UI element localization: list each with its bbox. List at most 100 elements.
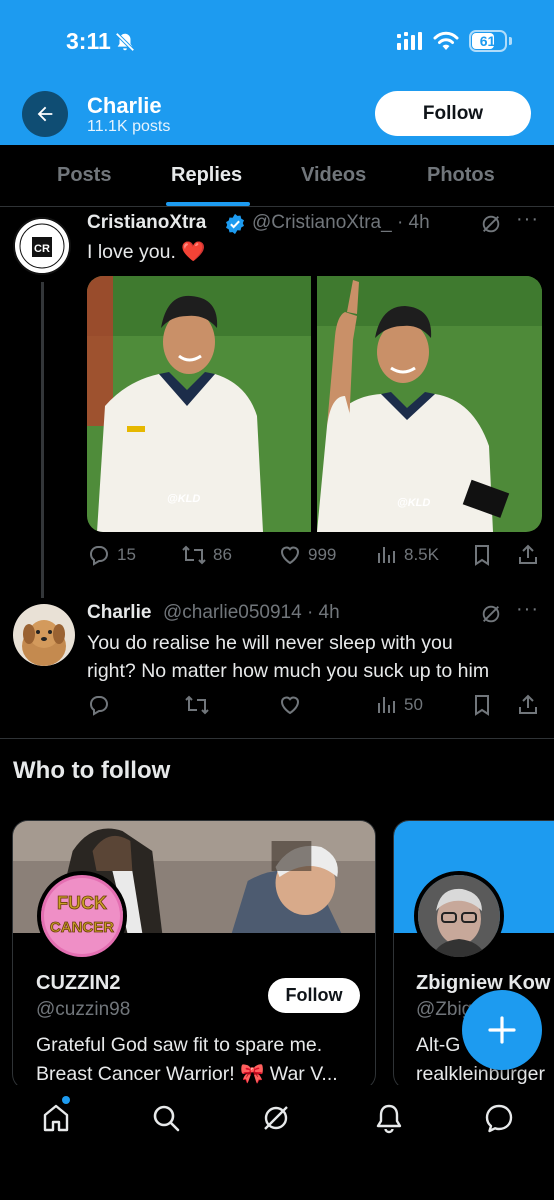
tweet-author-name[interactable]: Charlie: [87, 602, 151, 624]
like-button[interactable]: [278, 693, 302, 717]
search-icon: [153, 1105, 180, 1132]
tab-replies[interactable]: Replies: [171, 164, 242, 187]
reply-button[interactable]: 15: [87, 543, 136, 567]
notifications-icon: [376, 1104, 402, 1134]
follow-button[interactable]: Follow: [375, 91, 531, 136]
tweet-text-line-1: You do realise he will never sleep with …: [87, 632, 453, 654]
fuck-cancer-avatar-image: FUCK CANCER: [41, 875, 123, 957]
reply-icon: [90, 696, 108, 716]
media-watermark: @KLD: [167, 493, 200, 505]
repost-icon: [185, 695, 209, 715]
heart-icon: [280, 546, 300, 565]
media-watermark: @KLD: [397, 497, 430, 509]
grok-icon: [264, 1106, 288, 1130]
nav-search[interactable]: [148, 1100, 184, 1136]
tweet-text-line-2: right? No matter how much you suck up to…: [87, 660, 490, 682]
views-button[interactable]: 8.5K: [376, 543, 439, 567]
nav-messages[interactable]: [481, 1100, 517, 1136]
card-follow-button[interactable]: Follow: [268, 978, 360, 1013]
more-options-icon[interactable]: ···: [516, 208, 539, 231]
svg-text:FUCK: FUCK: [57, 893, 107, 913]
tweet-media[interactable]: @KLD @KLD: [87, 276, 542, 532]
compose-button[interactable]: [462, 990, 542, 1070]
nav-home[interactable]: [38, 1100, 74, 1136]
tweet-actions: 50: [87, 693, 542, 723]
views-icon: [378, 547, 395, 563]
more-options-icon[interactable]: ···: [516, 598, 539, 621]
media-image-left[interactable]: @KLD: [87, 276, 311, 532]
tweet-text: I love you. ❤️: [87, 241, 206, 263]
avatar[interactable]: [414, 871, 504, 961]
reply-button[interactable]: [87, 693, 111, 717]
share-icon: [519, 694, 537, 714]
avatar[interactable]: FUCK CANCER: [37, 871, 127, 961]
views-icon: [378, 697, 395, 713]
active-tab-indicator: [166, 202, 250, 206]
tab-posts[interactable]: Posts: [57, 164, 111, 187]
views-count: 50: [404, 695, 423, 714]
who-to-follow-title: Who to follow: [13, 757, 171, 784]
cristianoxtra-logo: CR: [15, 219, 69, 273]
bookmark-icon: [475, 545, 489, 566]
repost-button[interactable]: 86: [181, 543, 232, 567]
views-count: 8.5K: [404, 545, 439, 564]
tab-photos[interactable]: Photos: [427, 164, 495, 187]
bookmark-button[interactable]: [470, 693, 494, 717]
avatar[interactable]: [13, 604, 75, 666]
share-button[interactable]: [516, 543, 540, 567]
status-bar: 3:11 61: [0, 0, 554, 84]
repost-icon: [182, 545, 206, 565]
tab-videos[interactable]: Videos: [301, 164, 366, 187]
svg-text:CR: CR: [34, 243, 50, 255]
profile-post-count: 11.1K posts: [87, 118, 171, 135]
views-button[interactable]: 50: [376, 693, 423, 717]
nav-grok[interactable]: [258, 1100, 294, 1136]
reply-icon: [90, 546, 108, 566]
profile-name: Charlie: [87, 93, 162, 118]
share-icon: [519, 544, 537, 564]
follow-suggestion-card[interactable]: FUCK CANCER CUZZIN2 @cuzzin98 Follow Gra…: [12, 820, 376, 1090]
battery-indicator: 61: [469, 30, 507, 52]
profile-tabs: Posts Replies Videos Photos: [0, 145, 554, 207]
tweet-author-handle: @CristianoXtra_ · 4h: [252, 212, 430, 233]
media-image-right[interactable]: @KLD: [317, 276, 542, 532]
wifi-icon: [433, 31, 459, 50]
bell-muted-icon: [115, 32, 135, 52]
tweet-author-handle: @charlie050914 · 4h: [163, 602, 340, 623]
user-avatar-image: [418, 875, 500, 957]
cellular-signal-icon: [397, 32, 422, 50]
messages-icon: [485, 1104, 513, 1133]
card-user-name[interactable]: CUZZIN2: [36, 972, 120, 995]
tweet-actions: 15 86 999 8.5K: [87, 543, 542, 573]
card-bio-line-1: Grateful God saw fit to spare me.: [36, 1034, 323, 1056]
like-count: 999: [308, 545, 337, 564]
unread-indicator: [62, 1096, 70, 1104]
plus-icon: [488, 1016, 516, 1044]
share-button[interactable]: [516, 693, 540, 717]
verified-badge-icon: [226, 213, 244, 235]
back-button[interactable]: [22, 91, 68, 137]
heart-icon: [280, 696, 300, 715]
repost-count: 86: [213, 545, 232, 564]
arrow-left-icon: [37, 106, 53, 122]
repost-button[interactable]: [184, 693, 210, 717]
card-user-handle: @cuzzin98: [36, 999, 131, 1020]
bookmark-button[interactable]: [470, 543, 494, 567]
nav-notifications[interactable]: [371, 1100, 407, 1136]
home-icon: [43, 1104, 69, 1132]
avatar[interactable]: CR: [13, 217, 71, 275]
grok-icon[interactable]: [480, 213, 502, 235]
thread-line: [41, 282, 44, 598]
svg-text:CANCER: CANCER: [50, 919, 114, 936]
like-button[interactable]: 999: [278, 543, 336, 567]
card-user-name[interactable]: Zbigniew Kow: [416, 972, 550, 995]
battery-nub: [509, 37, 512, 45]
status-time: 3:11: [66, 28, 111, 54]
grok-icon[interactable]: [480, 603, 502, 625]
bookmark-icon: [475, 695, 489, 716]
reply-count: 15: [117, 545, 136, 564]
puppy-avatar-image: [13, 604, 75, 666]
bottom-navigation: [0, 1085, 554, 1200]
tweet-author-name[interactable]: CristianoXtra: [87, 212, 206, 234]
battery-percent: 61: [479, 33, 496, 49]
